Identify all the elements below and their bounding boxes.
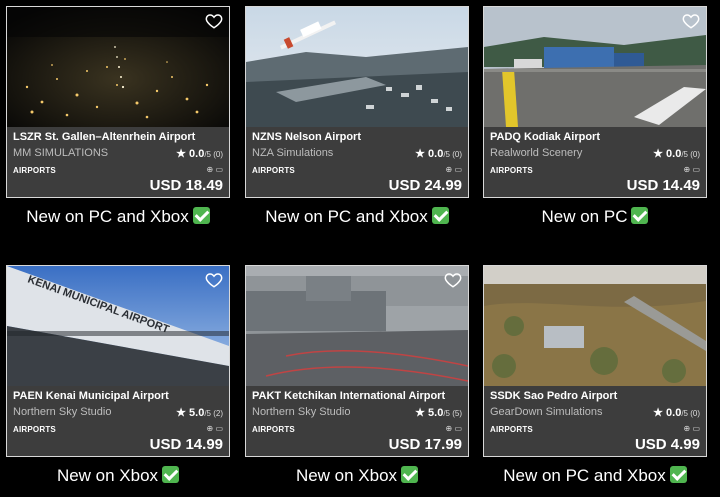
product-card[interactable]: KENAI MUNICIPAL AIRPORT PAEN Kenai Munic… bbox=[6, 265, 230, 457]
rating-value: 0.0 bbox=[666, 407, 682, 419]
product-thumbnail bbox=[484, 266, 706, 386]
product-rating: ★ 0.0/5 (0) bbox=[176, 147, 223, 160]
platform-icons: ⊕ ▭ bbox=[683, 165, 700, 174]
product-rating: ★ 0.0/5 (0) bbox=[415, 147, 462, 160]
check-icon bbox=[162, 466, 180, 483]
caption-text: New on Xbox bbox=[295, 466, 398, 485]
product-studio: MM SIMULATIONS bbox=[13, 147, 109, 159]
product-info: PAKT Ketchikan International Airport Nor… bbox=[246, 386, 468, 456]
product-card[interactable]: NZNS Nelson Airport NZA Simulations ★ 0.… bbox=[245, 6, 469, 198]
rating-suffix: /5 (5) bbox=[443, 409, 462, 418]
platform-icons: ⊕ ▭ bbox=[445, 424, 462, 433]
rating-value: 0.0 bbox=[428, 148, 444, 160]
product-info: NZNS Nelson Airport NZA Simulations ★ 0.… bbox=[246, 127, 468, 197]
rating-suffix: /5 (0) bbox=[681, 409, 700, 418]
star-icon: ★ bbox=[415, 407, 425, 419]
product-thumbnail bbox=[246, 7, 468, 127]
check-icon bbox=[401, 466, 419, 483]
star-icon: ★ bbox=[176, 407, 186, 419]
rating-suffix: /5 (2) bbox=[204, 409, 223, 418]
check-icon bbox=[669, 466, 687, 483]
product-info: SSDK Sao Pedro Airport GearDown Simulati… bbox=[484, 386, 706, 456]
star-icon: ★ bbox=[415, 148, 425, 160]
caption-text: New on Xbox bbox=[56, 466, 159, 485]
product-category: AIRPORTS bbox=[490, 425, 533, 434]
product-thumbnail: KENAI MUNICIPAL AIRPORT bbox=[7, 266, 229, 386]
product-info: LSZR St. Gallen–Altenrhein Airport MM SI… bbox=[7, 127, 229, 197]
availability-caption: New on PC bbox=[475, 207, 715, 227]
product-card[interactable]: PADQ Kodiak Airport Realworld Scenery ★ … bbox=[483, 6, 707, 198]
product-rating: ★ 5.0/5 (2) bbox=[176, 406, 223, 419]
product-studio: Northern Sky Studio bbox=[252, 406, 351, 418]
check-icon bbox=[631, 207, 649, 224]
product-rating: ★ 0.0/5 (0) bbox=[653, 406, 700, 419]
platform-icons: ⊕ ▭ bbox=[206, 165, 223, 174]
product-thumbnail bbox=[7, 7, 229, 127]
product-price: USD 4.99 bbox=[634, 436, 700, 453]
star-icon: ★ bbox=[176, 148, 186, 160]
product-category: AIRPORTS bbox=[13, 166, 56, 175]
product-price: USD 17.99 bbox=[388, 436, 462, 453]
product-info: PAEN Kenai Municipal Airport Northern Sk… bbox=[7, 386, 229, 456]
product-category: AIRPORTS bbox=[252, 425, 295, 434]
heart-icon[interactable] bbox=[205, 12, 223, 30]
availability-caption: New on Xbox bbox=[0, 466, 238, 486]
check-icon bbox=[431, 207, 449, 224]
platform-icons: ⊕ ▭ bbox=[445, 165, 462, 174]
product-title[interactable]: PAEN Kenai Municipal Airport bbox=[13, 390, 225, 402]
product-thumbnail bbox=[484, 7, 706, 127]
caption-text: New on PC and Xbox bbox=[265, 207, 428, 226]
product-studio: GearDown Simulations bbox=[490, 406, 603, 418]
availability-caption: New on PC and Xbox bbox=[0, 207, 238, 227]
product-category: AIRPORTS bbox=[252, 166, 295, 175]
product-thumbnail bbox=[246, 266, 468, 386]
product-price: USD 14.99 bbox=[149, 436, 223, 453]
caption-text: New on PC and Xbox bbox=[503, 466, 666, 485]
rating-value: 0.0 bbox=[666, 148, 682, 160]
rating-suffix: /5 (0) bbox=[204, 150, 223, 159]
heart-icon[interactable] bbox=[444, 271, 462, 289]
product-price: USD 24.99 bbox=[388, 177, 462, 194]
rating-value: 0.0 bbox=[189, 148, 205, 160]
product-studio: Northern Sky Studio bbox=[13, 406, 112, 418]
product-title[interactable]: SSDK Sao Pedro Airport bbox=[490, 390, 702, 402]
platform-icons: ⊕ ▭ bbox=[683, 424, 700, 433]
product-title[interactable]: PADQ Kodiak Airport bbox=[490, 131, 702, 143]
rating-suffix: /5 (0) bbox=[443, 150, 462, 159]
product-title[interactable]: NZNS Nelson Airport bbox=[252, 131, 464, 143]
availability-caption: New on PC and Xbox bbox=[237, 207, 477, 227]
product-title[interactable]: LSZR St. Gallen–Altenrhein Airport bbox=[13, 131, 225, 143]
rating-value: 5.0 bbox=[428, 407, 444, 419]
availability-caption: New on PC and Xbox bbox=[475, 466, 715, 486]
product-rating: ★ 5.0/5 (5) bbox=[415, 406, 462, 419]
heart-icon[interactable] bbox=[205, 271, 223, 289]
product-card[interactable]: LSZR St. Gallen–Altenrhein Airport MM SI… bbox=[6, 6, 230, 198]
product-info: PADQ Kodiak Airport Realworld Scenery ★ … bbox=[484, 127, 706, 197]
product-price: USD 18.49 bbox=[149, 177, 223, 194]
caption-text: New on PC and Xbox bbox=[26, 207, 189, 226]
product-card[interactable]: SSDK Sao Pedro Airport GearDown Simulati… bbox=[483, 265, 707, 457]
product-card[interactable]: PAKT Ketchikan International Airport Nor… bbox=[245, 265, 469, 457]
product-category: AIRPORTS bbox=[13, 425, 56, 434]
product-title[interactable]: PAKT Ketchikan International Airport bbox=[252, 390, 464, 402]
platform-icons: ⊕ ▭ bbox=[206, 424, 223, 433]
rating-value: 5.0 bbox=[189, 407, 205, 419]
heart-icon[interactable] bbox=[682, 12, 700, 30]
star-icon: ★ bbox=[653, 407, 663, 419]
product-studio: Realworld Scenery bbox=[490, 147, 583, 159]
star-icon: ★ bbox=[653, 148, 663, 160]
product-studio: NZA Simulations bbox=[252, 147, 334, 159]
product-price: USD 14.49 bbox=[626, 177, 700, 194]
availability-caption: New on Xbox bbox=[237, 466, 477, 486]
product-rating: ★ 0.0/5 (0) bbox=[653, 147, 700, 160]
product-grid: LSZR St. Gallen–Altenrhein Airport MM SI… bbox=[0, 0, 720, 497]
check-icon bbox=[192, 207, 210, 224]
rating-suffix: /5 (0) bbox=[681, 150, 700, 159]
caption-text: New on PC bbox=[541, 207, 628, 226]
product-category: AIRPORTS bbox=[490, 166, 533, 175]
